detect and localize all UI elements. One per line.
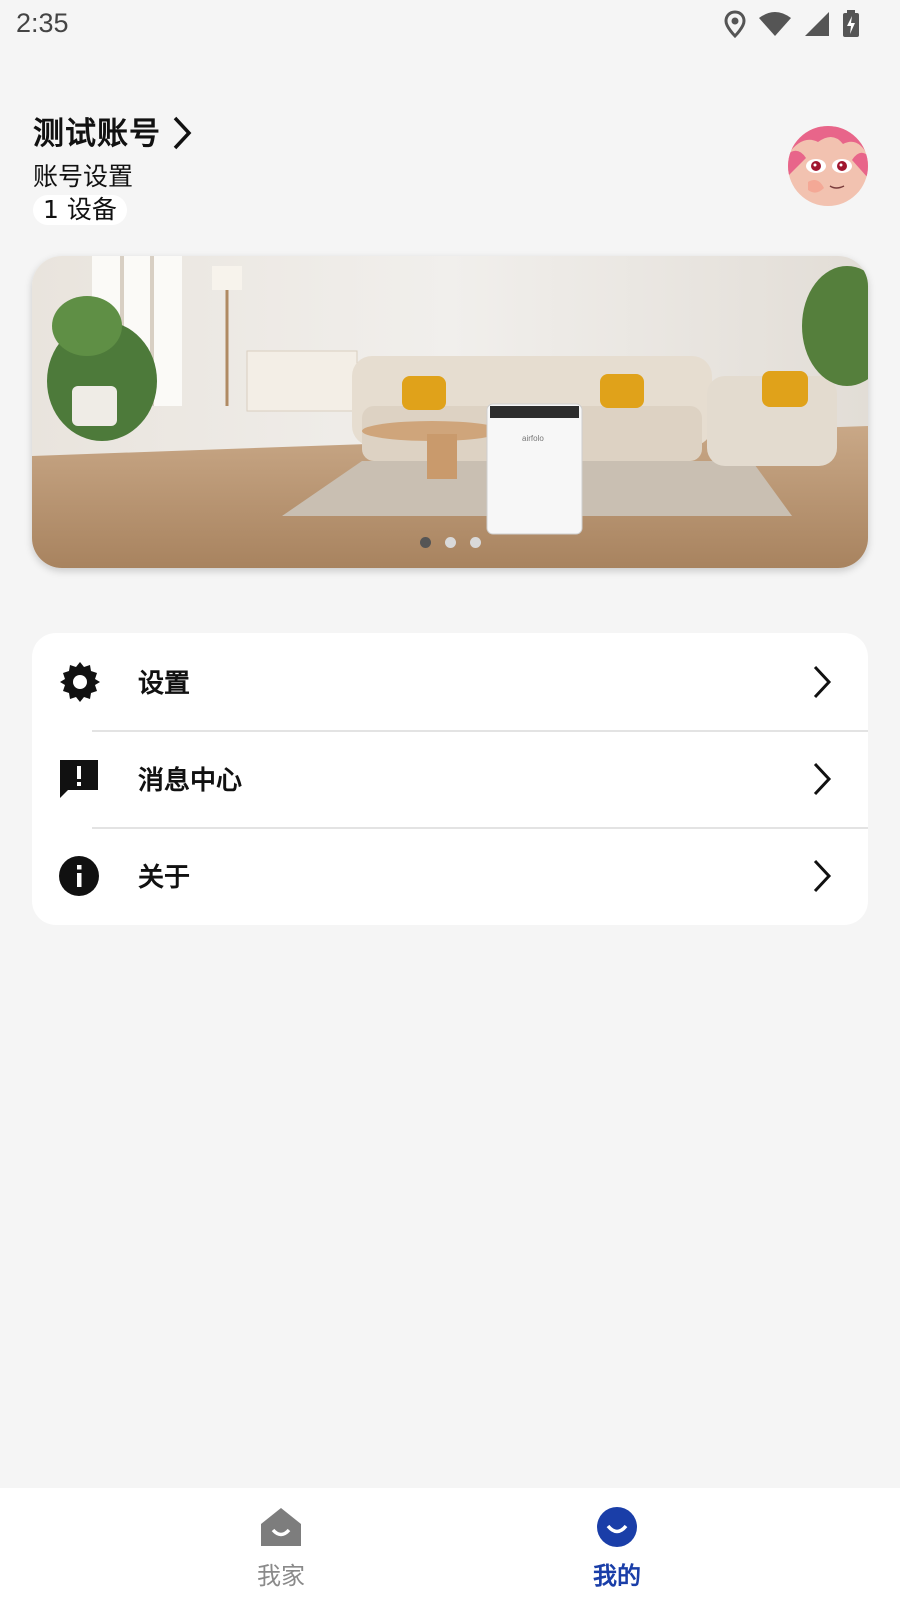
menu-item-about[interactable]: 关于 <box>32 827 868 924</box>
info-icon <box>59 855 99 896</box>
device-count-badge[interactable]: 1 设备 <box>33 195 127 225</box>
menu-item-label: 设置 <box>138 669 191 699</box>
account-name-link[interactable]: 测试账号 <box>33 108 193 153</box>
nav-tab-label: 我家 <box>257 1562 305 1590</box>
menu-item-label: 关于 <box>138 863 191 893</box>
avatar[interactable] <box>788 126 868 206</box>
cellular-signal-icon <box>805 12 829 36</box>
chevron-right-icon <box>813 665 832 698</box>
menu-card: 设置 消息中心 关于 <box>32 633 868 925</box>
nav-tab-label: 我的 <box>593 1562 641 1590</box>
banner-pagination <box>32 537 868 548</box>
banner-living-room-image: airfolo <box>32 256 868 568</box>
smile-icon <box>597 1507 637 1547</box>
battery-charging-icon <box>843 10 859 37</box>
avatar-image <box>788 126 868 206</box>
message-alert-icon <box>60 759 98 798</box>
menu-item-settings[interactable]: 设置 <box>32 633 868 730</box>
profile-header: 测试账号 账号设置 1 设备 <box>33 108 193 225</box>
status-time: 2:35 <box>16 8 69 38</box>
wifi-icon <box>759 12 791 36</box>
menu-item-label: 消息中心 <box>138 766 243 796</box>
promo-banner[interactable]: airfolo <box>32 256 868 568</box>
banner-dot-3[interactable] <box>469 537 481 548</box>
svg-text:airfolo: airfolo <box>522 434 544 443</box>
menu-item-message-center[interactable]: 消息中心 <box>32 730 868 827</box>
banner-dot-1[interactable] <box>419 537 431 548</box>
chevron-right-icon <box>173 116 192 149</box>
nav-tab-home[interactable]: 我家 <box>221 1506 341 1591</box>
status-icons <box>724 10 860 38</box>
nav-tab-mine[interactable]: 我的 <box>557 1506 677 1591</box>
chevron-right-icon <box>813 859 832 892</box>
banner-dot-2[interactable] <box>444 537 456 548</box>
settings-gear-icon <box>60 661 100 702</box>
status-bar: 2:35 <box>0 0 900 50</box>
account-name: 测试账号 <box>33 116 161 152</box>
home-icon <box>261 1508 301 1546</box>
location-icon <box>724 10 746 38</box>
bottom-navigation: 我家 我的 <box>0 1488 900 1600</box>
chevron-right-icon <box>813 762 832 795</box>
account-settings-link[interactable]: 账号设置 <box>33 157 193 193</box>
